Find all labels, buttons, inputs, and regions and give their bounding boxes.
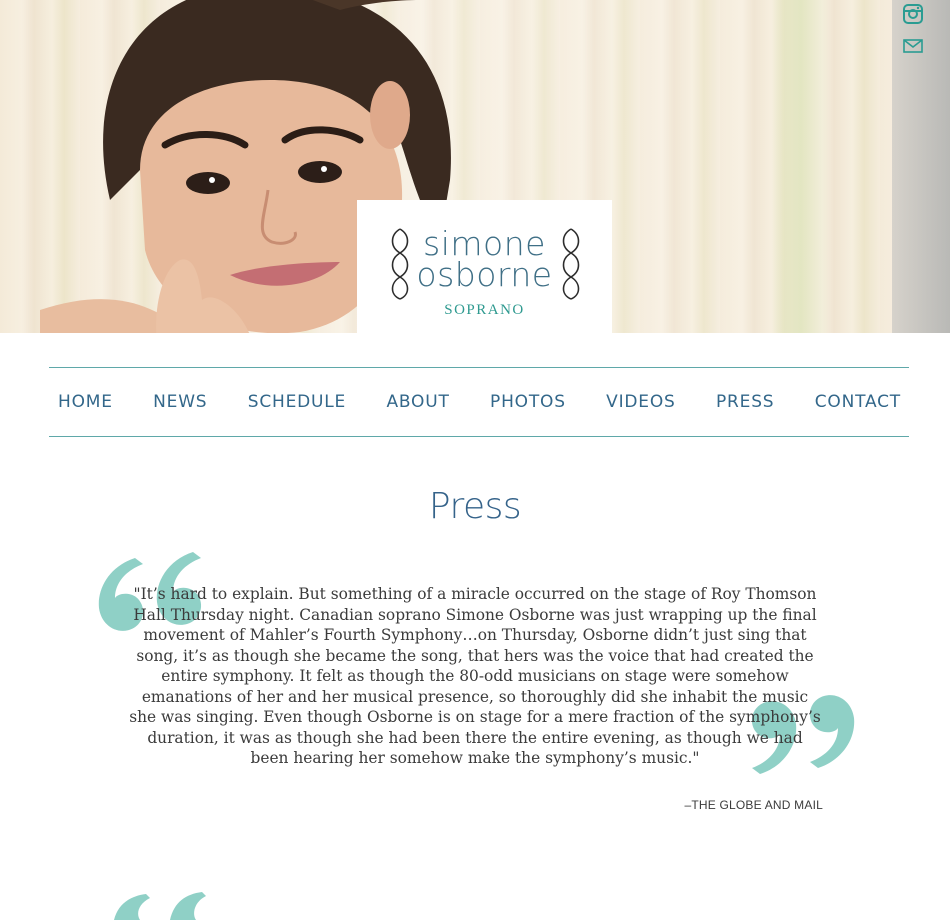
- main-navigation: HOME NEWS SCHEDULE ABOUT PHOTOS VIDEOS P…: [49, 367, 909, 437]
- email-icon[interactable]: [902, 35, 924, 57]
- nav-home[interactable]: HOME: [58, 392, 113, 412]
- nav-news[interactable]: NEWS: [153, 392, 207, 412]
- instagram-icon[interactable]: [902, 3, 924, 25]
- press-quote: "It’s hard to explain. But something of …: [129, 585, 821, 767]
- flourish-right-icon: [562, 228, 580, 300]
- logo-subtitle: SOPRANO: [444, 302, 525, 318]
- nav-contact[interactable]: CONTACT: [815, 392, 901, 412]
- site-logo[interactable]: simone osborne SOPRANO: [357, 200, 612, 333]
- nav-videos[interactable]: VIDEOS: [606, 392, 675, 412]
- nav-schedule[interactable]: SCHEDULE: [248, 392, 346, 412]
- social-links: [902, 3, 924, 67]
- page-title: Press: [428, 486, 522, 527]
- press-quote-source: –THE GLOBE AND MAIL: [684, 798, 823, 812]
- hero-banner: simone osborne SOPRANO: [0, 0, 950, 333]
- nav-about[interactable]: ABOUT: [386, 392, 449, 412]
- nav-press[interactable]: PRESS: [716, 392, 774, 412]
- nav-photos[interactable]: PHOTOS: [490, 392, 566, 412]
- open-quote-icon: [114, 892, 206, 920]
- hero-background-stripe: [770, 0, 830, 333]
